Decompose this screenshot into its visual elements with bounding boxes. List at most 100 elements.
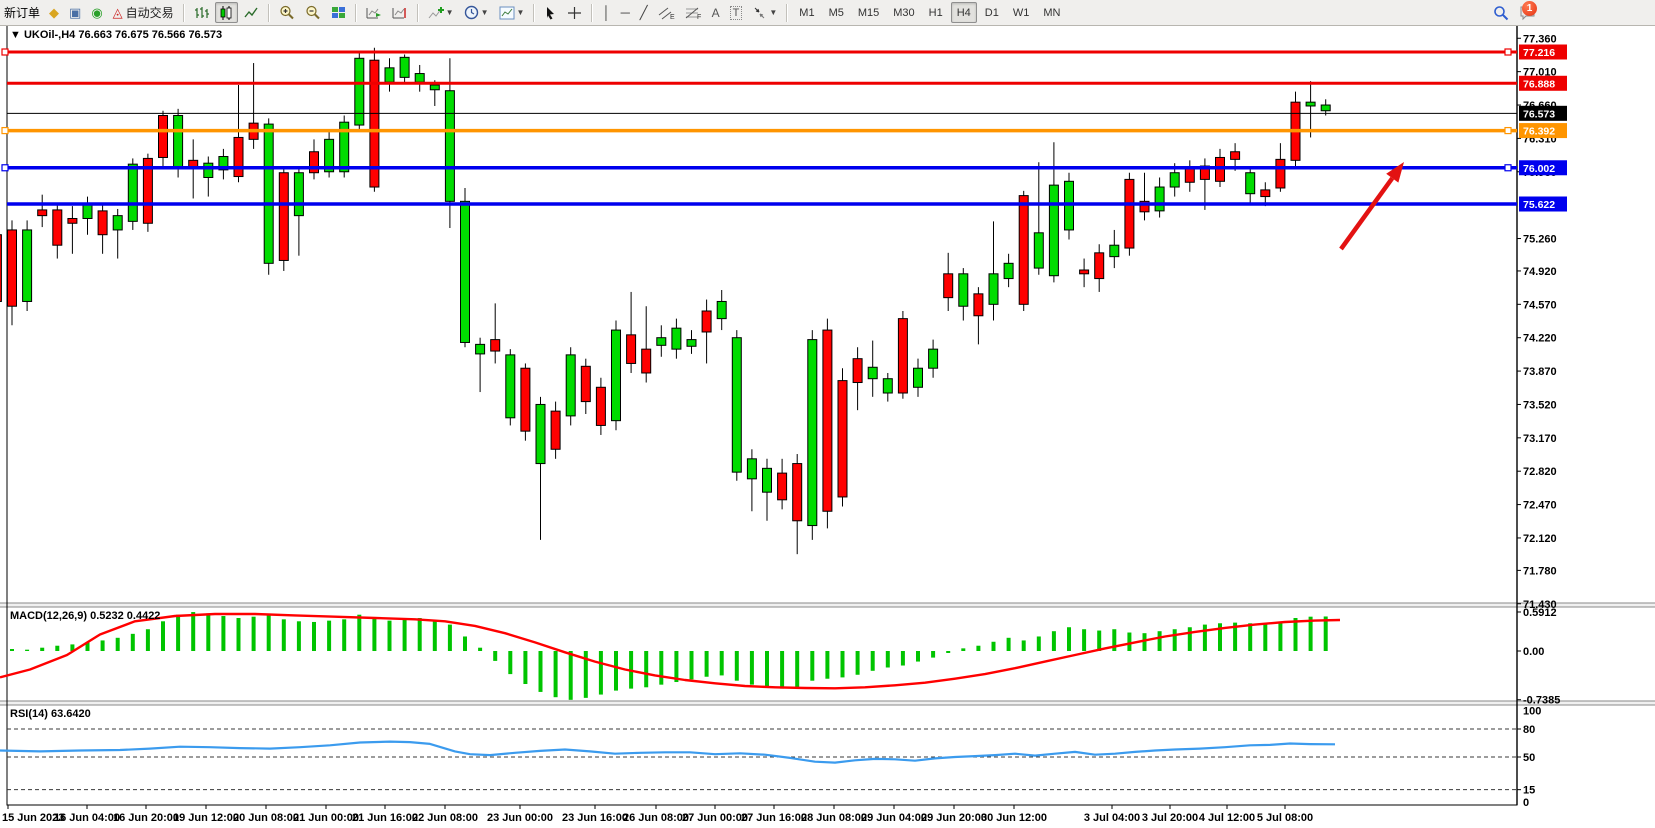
svg-text:73.170: 73.170 (1523, 433, 1557, 445)
separator (355, 4, 357, 22)
timeframe-w1[interactable]: W1 (1007, 2, 1036, 23)
separator (786, 4, 788, 22)
price-axis[interactable]: 77.36077.01076.66076.31075.96075.26074.9… (1517, 33, 1567, 809)
text-tool-icon: A (712, 6, 720, 20)
rsi-label: RSI(14) 63.6420 (10, 708, 91, 720)
horizontal-line-tool[interactable]: ─ (617, 2, 634, 23)
crosshair-icon (567, 6, 582, 20)
timeframe-h1[interactable]: H1 (923, 2, 949, 23)
svg-text:E: E (670, 14, 675, 20)
template-icon (499, 6, 515, 20)
svg-text:72.820: 72.820 (1523, 466, 1557, 478)
svg-text:0.5912: 0.5912 (1523, 607, 1557, 619)
arrows-icon (752, 6, 767, 20)
text-label-tool[interactable]: T (726, 2, 747, 23)
svg-text:30 Jun 12:00: 30 Jun 12:00 (981, 812, 1047, 824)
zoom-out-button[interactable] (301, 2, 325, 23)
clock-icon (464, 5, 479, 20)
svg-text:80: 80 (1523, 724, 1535, 736)
dropdown-arrow-icon: ▼ (446, 8, 454, 17)
svg-text:0: 0 (1523, 797, 1529, 809)
svg-text:76.573: 76.573 (1523, 108, 1555, 120)
svg-text:100: 100 (1523, 705, 1541, 717)
svg-text:50: 50 (1523, 752, 1535, 764)
auto-trading-button[interactable]: ◬ 自动交易 (109, 2, 178, 23)
svg-text:5 Jul 08:00: 5 Jul 08:00 (1257, 812, 1313, 824)
bar-chart-icon (194, 6, 209, 20)
crosshair-tool-button[interactable] (563, 2, 586, 23)
terminal-icon[interactable]: ▣ (65, 2, 85, 23)
timeframe-h4[interactable]: H4 (951, 2, 977, 23)
separator (268, 4, 270, 22)
text-tool[interactable]: A (708, 2, 724, 23)
chart-title-overlay: ▼ UKOil-,H4 76.663 76.675 76.566 76.573 (10, 29, 222, 41)
svg-text:23 Jun 00:00: 23 Jun 00:00 (487, 812, 553, 824)
svg-text:26 Jun 08:00: 26 Jun 08:00 (623, 812, 689, 824)
svg-text:72.120: 72.120 (1523, 533, 1557, 545)
tile-windows-icon (331, 6, 346, 20)
monitor-icon: ▣ (69, 6, 81, 19)
svg-text:19 Jun 12:00: 19 Jun 12:00 (173, 812, 239, 824)
svg-text:74.570: 74.570 (1523, 299, 1557, 311)
auto-scroll-button[interactable] (362, 2, 386, 23)
svg-text:29 Jun 20:00: 29 Jun 20:00 (921, 812, 987, 824)
svg-text:74.220: 74.220 (1523, 333, 1557, 345)
svg-text:22 Jun 08:00: 22 Jun 08:00 (412, 812, 478, 824)
timeframe-m15[interactable]: M15 (852, 2, 885, 23)
trendline-tool[interactable]: ╱ (636, 2, 652, 23)
svg-text:28 Jun 08:00: 28 Jun 08:00 (801, 812, 867, 824)
timeframe-switcher: M1M5M15M30H1H4D1W1MN (792, 2, 1067, 23)
svg-text:29 Jun 04:00: 29 Jun 04:00 (861, 812, 927, 824)
indicator-plus-icon (428, 6, 444, 20)
market-watch-icon[interactable]: ◆ (45, 2, 63, 23)
timeframe-d1[interactable]: D1 (979, 2, 1005, 23)
new-order-button[interactable]: 新订单 (1, 2, 43, 23)
search-icon (1493, 5, 1509, 21)
label-tool-icon: T (730, 6, 743, 20)
svg-text:27 Jun 00:00: 27 Jun 00:00 (682, 812, 748, 824)
svg-text:21 Jun 16:00: 21 Jun 16:00 (352, 812, 418, 824)
arrows-tool[interactable]: ▼ (748, 2, 781, 23)
vertical-line-tool[interactable]: │ (598, 2, 614, 23)
tile-windows-button[interactable] (327, 2, 350, 23)
svg-text:3 Jul 20:00: 3 Jul 20:00 (1142, 812, 1198, 824)
dropdown-arrow-icon: ▼ (481, 8, 489, 17)
timeframe-m5[interactable]: M5 (823, 2, 850, 23)
svg-text:3 Jul 04:00: 3 Jul 04:00 (1084, 812, 1140, 824)
timeframe-m1[interactable]: M1 (793, 2, 820, 23)
svg-text:72.470: 72.470 (1523, 500, 1557, 512)
layers-icon: ◆ (49, 6, 59, 19)
svg-text:23 Jun 16:00: 23 Jun 16:00 (562, 812, 628, 824)
zoom-out-icon (305, 5, 321, 20)
chart-shift-button[interactable] (388, 2, 412, 23)
zoom-in-button[interactable] (275, 2, 299, 23)
line-chart-icon (244, 6, 259, 20)
separator (417, 4, 419, 22)
svg-text:76.002: 76.002 (1523, 163, 1555, 175)
indicators-button[interactable]: ▼ (424, 2, 458, 23)
bar-chart-mode-button[interactable] (190, 2, 213, 23)
channel-tool[interactable]: E (654, 2, 679, 23)
svg-text:4 Jul 12:00: 4 Jul 12:00 (1199, 812, 1255, 824)
fibonacci-tool[interactable]: F (681, 2, 706, 23)
chart-canvas[interactable]: 77.36077.01076.66076.31075.96075.26074.9… (0, 0, 1655, 828)
periods-button[interactable]: ▼ (460, 2, 493, 23)
svg-text:74.920: 74.920 (1523, 266, 1557, 278)
templates-button[interactable]: ▼ (495, 2, 529, 23)
line-chart-mode-button[interactable] (240, 2, 263, 23)
macd-label: MACD(12,26,9) 0.5232 0.4422 (10, 610, 160, 622)
trendline-icon: ╱ (640, 6, 648, 19)
notification-badge[interactable]: 1 (1522, 1, 1537, 16)
timeframe-mn[interactable]: MN (1037, 2, 1066, 23)
search-button[interactable] (1489, 2, 1513, 23)
svg-text:76.392: 76.392 (1523, 126, 1555, 138)
svg-text:16 Jun 20:00: 16 Jun 20:00 (113, 812, 179, 824)
autotrade-icon: ◬ (113, 6, 123, 19)
time-axis[interactable]: 15 Jun 202316 Jun 04:0016 Jun 20:0019 Ju… (2, 805, 1313, 824)
signals-icon[interactable]: ◉ (87, 2, 106, 23)
candlestick-mode-button[interactable] (215, 2, 238, 23)
svg-text:75.260: 75.260 (1523, 234, 1557, 246)
svg-text:73.870: 73.870 (1523, 366, 1557, 378)
cursor-tool-button[interactable] (540, 2, 561, 23)
timeframe-m30[interactable]: M30 (887, 2, 920, 23)
